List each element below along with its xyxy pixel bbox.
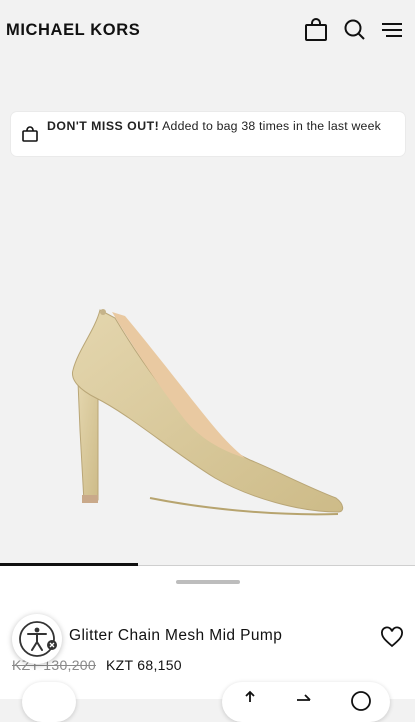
promo-message: Added to bag 38 times in the last week [159,119,381,133]
share-icon[interactable] [240,690,260,710]
top-nav-bar: MICHAEL KORS [0,0,415,62]
wishlist-heart-icon[interactable] [380,626,404,650]
more-icon[interactable] [350,690,372,712]
accessibility-widget-button[interactable] [12,614,62,664]
hamburger-menu-icon[interactable] [378,16,406,44]
floating-back-button[interactable] [22,682,76,722]
brand-logo[interactable]: MICHAEL KORS [6,21,140,40]
product-name: Glitter Chain Mesh Mid Pump [69,627,283,644]
sale-price: KZT 68,150 [106,657,182,673]
sheet-drag-handle[interactable] [176,580,240,584]
shopping-bag-icon [22,126,38,142]
promo-headline: DON'T MISS OUT! [47,119,160,133]
product-info-sheet[interactable]: Glitter Chain Mesh Mid Pump KZT 130,200 … [0,566,415,699]
product-image[interactable] [0,290,415,530]
shopping-bag-icon[interactable] [302,16,330,44]
accessibility-icon [19,621,57,657]
promo-banner: DON'T MISS OUT! Added to bag 38 times in… [11,112,405,156]
forward-arrow-icon[interactable] [294,690,314,710]
search-icon[interactable] [341,16,369,44]
promo-text: DON'T MISS OUT! Added to bag 38 times in… [47,118,397,134]
floating-browser-toolbar[interactable] [222,682,390,722]
